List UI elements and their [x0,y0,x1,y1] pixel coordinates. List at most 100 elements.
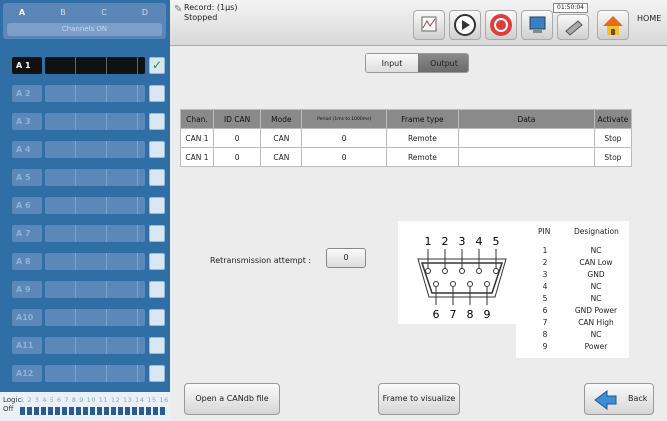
channel-setting-segment[interactable] [76,253,107,270]
channel-setting-segment[interactable] [45,169,76,186]
channel-setting-segment[interactable] [76,337,107,354]
channel-row[interactable]: A11 [12,336,165,355]
channel-setting-segment[interactable] [107,365,138,382]
tab-d[interactable]: D [126,6,164,20]
channel-setting-segment[interactable] [45,281,76,298]
channel-setting-segment[interactable] [76,85,107,102]
cell-activate[interactable]: Stop [593,128,633,148]
channel-setting-segment[interactable] [107,113,138,130]
tab-c[interactable]: C [85,6,123,20]
channel-setting-segment[interactable] [107,169,138,186]
channel-checkbox[interactable] [149,281,165,298]
channel-checkbox[interactable] [149,85,165,102]
channel-settings-bar[interactable] [45,141,145,158]
channel-row[interactable]: A 6 [12,196,165,215]
channel-checkbox[interactable] [149,197,165,214]
channel-row[interactable]: A 2 [12,84,165,103]
record-button[interactable] [485,10,517,40]
table-row[interactable]: CAN 1 0 CAN 0 Remote Stop [180,128,633,148]
channel-setting-segment[interactable] [107,197,138,214]
channel-checkbox[interactable]: ✓ [149,57,165,74]
tab-a[interactable]: A [3,6,41,20]
channel-row[interactable]: A 8 [12,252,165,271]
channel-setting-segment[interactable] [45,57,76,74]
cell-id-can[interactable]: 0 [212,128,262,148]
cell-mode[interactable]: CAN [260,128,303,148]
channel-setting-segment[interactable] [76,365,107,382]
channel-checkbox[interactable] [149,113,165,130]
cell-data[interactable] [457,128,595,148]
cell-data[interactable] [457,147,595,167]
channel-row[interactable]: A 5 [12,168,165,187]
channel-row[interactable]: A 4 [12,140,165,159]
channel-checkbox[interactable] [149,169,165,186]
channel-setting-segment[interactable] [76,57,107,74]
channel-setting-segment[interactable] [107,309,138,326]
channel-settings-bar[interactable] [45,113,145,130]
channel-setting-segment[interactable] [45,225,76,242]
channel-setting-segment[interactable] [45,197,76,214]
channel-setting-segment[interactable] [45,85,76,102]
cell-mode[interactable]: CAN [260,147,303,167]
channel-settings-bar[interactable] [45,365,145,382]
tab-input[interactable]: Input [366,54,418,72]
back-button[interactable]: Back [584,383,654,415]
channel-row[interactable]: A 7 [12,224,165,243]
channel-settings-bar[interactable] [45,309,145,326]
measure-button[interactable] [413,10,445,40]
channel-setting-segment[interactable] [107,85,138,102]
channel-setting-segment[interactable] [76,225,107,242]
channel-settings-bar[interactable] [45,225,145,242]
channel-settings-bar[interactable] [45,197,145,214]
memory-button[interactable] [557,14,589,40]
channel-setting-segment[interactable] [45,309,76,326]
channel-setting-segment[interactable] [76,169,107,186]
cell-frame-type[interactable]: Remote [385,147,459,167]
channel-row[interactable]: A12 [12,364,165,383]
save-button[interactable] [521,10,553,40]
channel-setting-segment[interactable] [76,141,107,158]
channel-checkbox[interactable] [149,337,165,354]
retransmission-input[interactable]: 0 [326,248,366,268]
channel-checkbox[interactable] [149,253,165,270]
channel-settings-bar[interactable] [45,85,145,102]
channel-checkbox[interactable] [149,309,165,326]
channel-setting-segment[interactable] [107,253,138,270]
channel-setting-segment[interactable] [76,197,107,214]
home-button[interactable] [597,10,629,40]
channel-row[interactable]: A 3 [12,112,165,131]
channel-checkbox[interactable] [149,141,165,158]
cell-frame-type[interactable]: Remote [385,128,459,148]
channel-row[interactable]: A10 [12,308,165,327]
channel-setting-segment[interactable] [45,365,76,382]
cell-period[interactable]: 0 [301,147,387,167]
cell-id-can[interactable]: 0 [212,147,262,167]
channel-setting-segment[interactable] [107,141,138,158]
channel-row[interactable]: A 9 [12,280,165,299]
channel-setting-segment[interactable] [107,337,138,354]
tab-b[interactable]: B [44,6,82,20]
frame-visualize-button[interactable]: Frame to visualize [378,383,460,415]
channel-checkbox[interactable] [149,365,165,382]
channel-settings-bar[interactable] [45,253,145,270]
cell-period[interactable]: 0 [301,128,387,148]
channel-checkbox[interactable] [149,225,165,242]
channel-settings-bar[interactable] [45,169,145,186]
channel-setting-segment[interactable] [45,253,76,270]
channel-settings-bar[interactable] [45,281,145,298]
table-row[interactable]: CAN 1 0 CAN 0 Remote Stop [180,147,633,167]
channel-setting-segment[interactable] [45,337,76,354]
open-candb-button[interactable]: Open a CANdb file [184,383,280,415]
channel-settings-bar[interactable] [45,337,145,354]
channel-setting-segment[interactable] [107,57,138,74]
channel-setting-segment[interactable] [76,309,107,326]
cell-activate[interactable]: Stop [593,147,633,167]
play-button[interactable] [449,10,481,40]
channel-setting-segment[interactable] [107,281,138,298]
channel-settings-bar[interactable] [45,57,145,74]
channel-setting-segment[interactable] [76,281,107,298]
logic-panel[interactable]: Logic Off 1 2 3 4 5 6 7 8 9 10 11 12 13 … [0,392,170,421]
channel-setting-segment[interactable] [45,113,76,130]
tab-output[interactable]: Output [418,54,468,72]
channel-setting-segment[interactable] [107,225,138,242]
